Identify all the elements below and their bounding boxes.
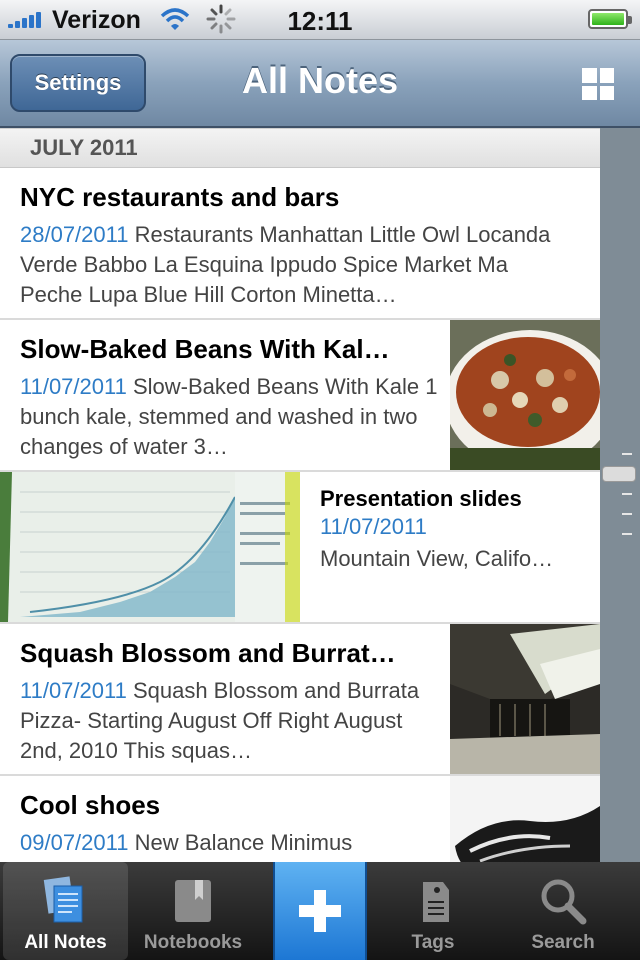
notes-list[interactable]: JULY 2011 NYC restaurants and bars 28/07… [0,128,600,862]
tab-notebooks[interactable]: Notebooks [128,862,258,960]
clock: 12:11 [287,6,353,36]
note-date: 09/07/2011 [20,830,129,855]
note-row[interactable]: NYC restaurants and bars 28/07/2011 Rest… [0,168,600,320]
navigation-bar: Settings All Notes [0,40,640,128]
note-row[interactable]: Presentation slides 11/07/2011 Mountain … [0,472,600,624]
note-row[interactable]: Slow-Baked Beans With Kal… 11/07/2011 Sl… [0,320,600,472]
note-date: 11/07/2011 [20,678,127,703]
note-date: 28/07/2011 [20,222,129,247]
add-note-button[interactable] [273,862,367,960]
note-row[interactable]: Squash Blossom and Burrat… 11/07/2011 Sq… [0,624,600,776]
note-date: 11/07/2011 [320,514,427,539]
note-snippet: 28/07/2011 Restaurants Manhattan Little … [20,222,551,307]
note-title: NYC restaurants and bars [20,182,340,212]
tab-label: Notebooks [143,932,243,953]
notebook-icon [168,874,218,928]
shoe-thumbnail [450,776,600,862]
note-title: Presentation slides [320,486,522,511]
tab-all-notes[interactable]: All Notes [3,862,128,960]
note-title: Slow-Baked Beans With Kal… [20,334,390,364]
note-title: Cool shoes [20,790,161,820]
tab-search[interactable]: Search [498,862,628,960]
note-snippet: 11/07/2011 Slow-Baked Beans With Kale 1 … [20,374,438,459]
baked-beans-thumbnail [450,320,600,470]
scroll-knob[interactable] [602,466,636,482]
tab-label: Search [531,932,595,953]
note-snippet: 09/07/2011 New Balance Minimus [20,830,353,855]
tab-bar: All Notes Notebooks Tags Search [0,862,640,960]
notes-stack-icon [41,874,91,928]
grid-view-icon[interactable] [582,68,614,100]
tab-tags[interactable]: Tags [368,862,498,960]
page-title: All Notes [241,60,399,101]
scroll-index[interactable] [600,128,640,862]
plus-icon [299,890,341,932]
magnifier-icon [538,874,588,928]
tab-label: All Notes [24,932,107,953]
attic-room-thumbnail [450,624,600,774]
slide-chart-thumbnail [0,472,300,622]
tag-icon [408,874,458,928]
note-title: Squash Blossom and Burrat… [20,638,396,668]
battery-icon [588,9,632,29]
status-bar: Verizon 12:11 [0,0,640,40]
note-date: 11/07/2011 [20,374,127,399]
section-header: JULY 2011 [0,128,600,168]
note-snippet: 11/07/2011 Squash Blossom and Burrata Pi… [20,678,420,763]
tab-label: Tags [411,932,455,953]
note-row[interactable]: Cool shoes 09/07/2011 New Balance Minimu… [0,776,600,862]
note-snippet: Mountain View, Califo… [320,546,554,571]
